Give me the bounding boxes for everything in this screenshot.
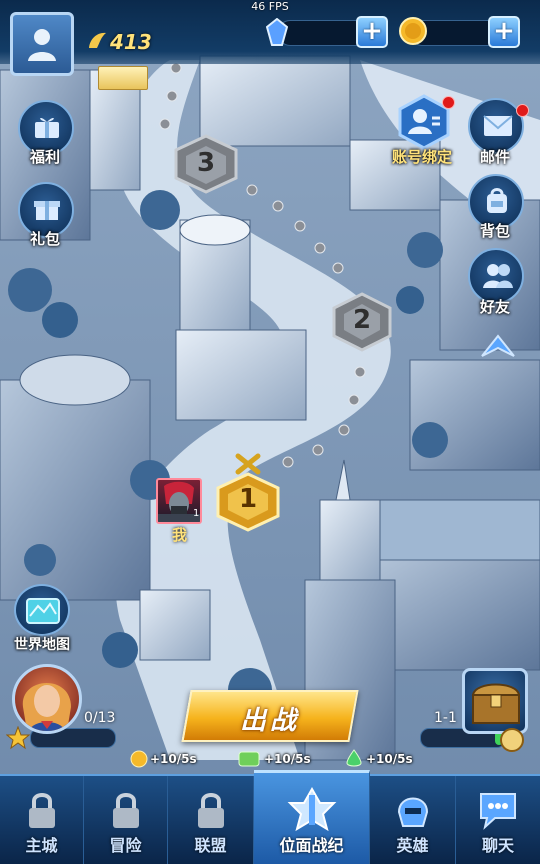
coin-icon [399, 17, 427, 45]
user-silhouette-icon [28, 29, 56, 61]
potion-rate: +10/5s [366, 752, 413, 766]
game-screen: 46 FPS 413 + + 福利 礼包 账号绑定 邮件 背包 好友 3 2 1… [0, 0, 540, 864]
nav-alliance-label: 联盟 [194, 836, 227, 855]
clock-icon [500, 728, 524, 752]
bag-label: 背包 [480, 222, 511, 240]
lock-icon [197, 793, 224, 828]
potion-icon [346, 749, 362, 767]
level-wing-icon [89, 32, 106, 48]
gem-icon [266, 18, 288, 46]
account-bind-badge [442, 96, 455, 109]
nav-main-city[interactable]: 主城 [0, 776, 84, 864]
rate-coin-icon [130, 750, 148, 768]
hero-helmet-icon [397, 797, 428, 827]
world-map-icon [26, 598, 60, 624]
stage-2-number[interactable]: 2 [332, 305, 392, 335]
hero-captain-icon [22, 682, 71, 731]
hero-card[interactable] [12, 664, 82, 734]
battle-button-label: 出战 [239, 706, 300, 736]
present-icon [34, 201, 60, 220]
welfare-label: 福利 [30, 148, 61, 166]
mail-label: 邮件 [480, 148, 511, 166]
chat-bubble-icon [480, 793, 516, 830]
collapse-up-icon[interactable] [478, 330, 518, 360]
lock-icon [28, 793, 55, 828]
player-avatar[interactable] [10, 12, 74, 76]
mail-icon [483, 115, 513, 136]
account-bind-icon [413, 109, 427, 123]
nav-adventure-label: 冒险 [109, 836, 142, 855]
fps-counter: 46 FPS [251, 0, 289, 13]
nav-chat[interactable]: 聊天 [456, 776, 540, 864]
dimension-war-icon [287, 787, 336, 832]
nav-heroes[interactable]: 英雄 [370, 776, 456, 864]
friends-label: 好友 [480, 298, 511, 316]
world-map-label: 世界地图 [14, 637, 70, 653]
nav-adventure[interactable]: 冒险 [84, 776, 168, 864]
pack-label: 礼包 [30, 230, 61, 248]
mail-badge [516, 104, 529, 117]
account-bind-label: 账号绑定 [392, 148, 453, 166]
stage-1-number[interactable]: 1 [218, 484, 278, 514]
player-marker-level: 1 [193, 508, 200, 519]
friends-icon [483, 264, 513, 288]
hero-count: 0/13 [84, 710, 116, 726]
title-tag [98, 66, 148, 90]
exp-rate: +10/5s [264, 752, 311, 766]
lock-icon [112, 793, 139, 828]
stage-progress-text: 1-1 [434, 710, 457, 726]
add-coins-button[interactable]: + [488, 16, 520, 48]
add-gems-button[interactable]: + [356, 16, 388, 48]
star-icon [6, 726, 30, 750]
coin-rate: +10/5s [150, 752, 197, 766]
nav-alliance[interactable]: 联盟 [168, 776, 254, 864]
player-marker-label: 我 [172, 526, 188, 544]
nav-dimension-war[interactable]: 位面战纪 [254, 770, 370, 864]
treasure-chest-icon [471, 683, 521, 724]
world-map-button[interactable] [14, 584, 70, 636]
stage-3-number[interactable]: 3 [176, 148, 236, 178]
exp-icon [238, 751, 260, 767]
backpack-icon [487, 188, 507, 213]
nav-chat-label: 聊天 [481, 836, 514, 855]
player-level: 413 [110, 30, 152, 54]
nav-dimension-war-label: 位面战纪 [279, 836, 344, 855]
reward-chest-button[interactable] [462, 668, 528, 734]
nav-heroes-label: 英雄 [396, 836, 429, 855]
nav-main-city-label: 主城 [25, 836, 58, 855]
gift-box-icon [35, 117, 59, 138]
